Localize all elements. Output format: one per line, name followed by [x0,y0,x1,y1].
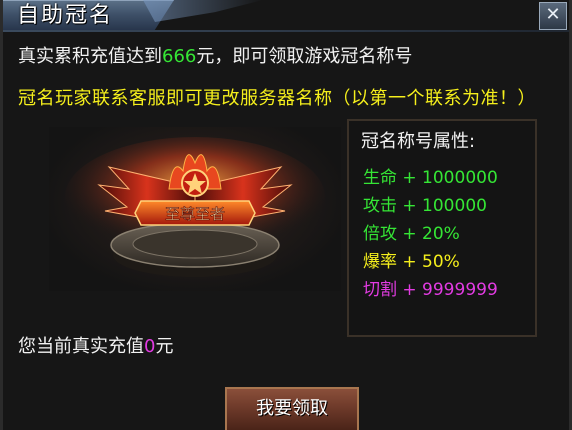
attributes-title: 冠名称号属性: [361,131,476,152]
stat-drop-rate: 爆率 + 50% [363,252,460,272]
stat-cut: 切割 + 9999999 [363,280,498,300]
current-recharge-suffix: 元 [155,336,174,357]
title-decoration [143,0,263,22]
requirement-text: 真实累积充值达到666元，即可领取游戏冠名称号 [18,42,412,68]
close-button[interactable]: ✕ [539,2,567,30]
requirement-suffix: 元，即可领取游戏冠名称号 [196,46,413,67]
close-icon: ✕ [545,4,561,25]
title-emblem-banner: 至尊至者 [49,127,341,291]
current-recharge-prefix: 您当前真实充值 [18,336,144,357]
current-recharge-value: 0 [144,336,156,357]
title-claim-panel: 自助冠名 ✕ 真实累积充值达到666元，即可领取游戏冠名称号 冠名玩家联系客服即… [0,0,572,430]
title-divider [3,30,569,32]
title-emblem-image: 至尊至者 [65,137,325,277]
emblem-text: 至尊至者 [165,205,225,223]
stat-damage-multiplier: 倍攻 + 20% [363,224,460,244]
claim-button[interactable]: 我要领取 [225,387,359,430]
panel-title: 自助冠名 [17,3,114,28]
contact-notice: 冠名玩家联系客服即可更改服务器名称（以第一个联系为准！） [18,88,536,109]
stat-hp: 生命 + 1000000 [363,168,498,188]
requirement-prefix: 真实累积充值达到 [18,46,162,67]
title-attributes-panel: 冠名称号属性: 生命 + 1000000 攻击 + 100000 倍攻 + 20… [347,119,537,337]
current-recharge: 您当前真实充值0元 [18,332,173,358]
requirement-amount: 666 [162,46,197,67]
stat-attack: 攻击 + 100000 [363,196,487,216]
